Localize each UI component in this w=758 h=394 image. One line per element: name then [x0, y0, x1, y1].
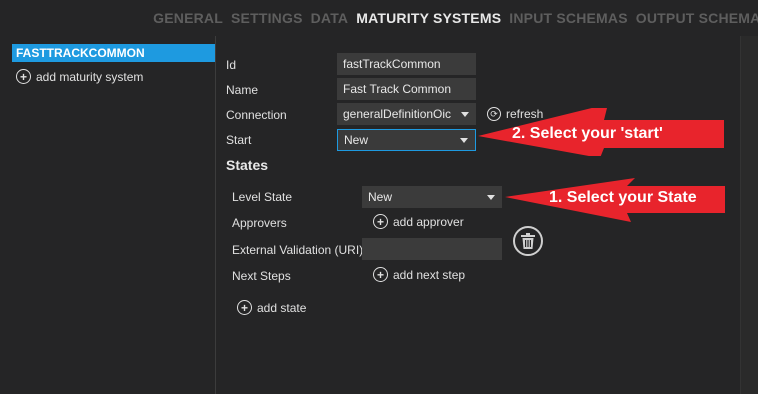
sidebar-item-fasttrackcommon[interactable]: FASTTRACKCOMMON: [12, 44, 215, 62]
add-approver-label: add approver: [393, 214, 464, 229]
approvers-label: Approvers: [232, 216, 287, 230]
tab-settings[interactable]: SETTINGS: [231, 10, 303, 26]
dropdown-arrow-icon: [487, 195, 495, 200]
next-steps-label: Next Steps: [232, 269, 291, 283]
add-next-step-button[interactable]: + add next step: [373, 267, 465, 282]
level-state-label: Level State: [232, 190, 293, 204]
annotation-text-state: 1. Select your State: [549, 189, 697, 206]
plus-circle-icon: +: [16, 69, 31, 84]
add-maturity-system-label: add maturity system: [36, 69, 144, 84]
id-label: Id: [226, 58, 237, 72]
plus-circle-icon: +: [373, 214, 388, 229]
connection-value: generalDefinitionOic: [343, 107, 452, 121]
connection-select[interactable]: generalDefinitionOic: [337, 103, 476, 125]
dropdown-arrow-icon: [460, 138, 468, 143]
dropdown-arrow-icon: [461, 112, 469, 117]
name-field[interactable]: Fast Track Common: [337, 78, 476, 100]
connection-label: Connection: [226, 108, 287, 122]
top-tab-bar: GENERAL SETTINGS DATA MATURITY SYSTEMS I…: [0, 0, 758, 36]
start-label: Start: [226, 133, 252, 147]
name-label: Name: [226, 83, 259, 97]
external-validation-label: External Validation (URI): [232, 243, 364, 257]
add-next-step-label: add next step: [393, 267, 466, 282]
level-state-value: New: [368, 190, 393, 204]
tab-general[interactable]: GENERAL: [153, 10, 223, 26]
start-value: New: [344, 133, 369, 147]
tab-maturity-systems[interactable]: MATURITY SYSTEMS: [356, 10, 501, 26]
add-state-button[interactable]: + add state: [237, 300, 306, 315]
tab-data[interactable]: DATA: [311, 10, 349, 26]
add-state-label: add state: [257, 300, 307, 315]
plus-circle-icon: +: [373, 267, 388, 282]
sidebar: FASTTRACKCOMMON + add maturity system: [0, 36, 216, 394]
annotation-arrow-state: 1. Select your State: [505, 178, 727, 226]
tab-output-schemas[interactable]: OUTPUT SCHEMAS: [636, 10, 758, 26]
states-heading: States: [226, 157, 269, 173]
trash-icon: [521, 233, 535, 249]
start-select[interactable]: New: [337, 129, 476, 151]
delete-state-button[interactable]: [513, 226, 543, 256]
external-validation-field[interactable]: [362, 238, 502, 260]
add-approver-button[interactable]: + add approver: [373, 214, 464, 229]
annotation-text-start: 2. Select your 'start': [512, 125, 663, 142]
annotation-arrow-start: 2. Select your 'start': [478, 104, 726, 158]
level-state-select[interactable]: New: [362, 186, 502, 208]
tab-input-schemas[interactable]: INPUT SCHEMAS: [509, 10, 628, 26]
vertical-scrollbar[interactable]: [740, 36, 758, 394]
id-field[interactable]: fastTrackCommon: [337, 53, 476, 75]
plus-circle-icon: +: [237, 300, 252, 315]
add-maturity-system-button[interactable]: + add maturity system: [16, 69, 143, 84]
